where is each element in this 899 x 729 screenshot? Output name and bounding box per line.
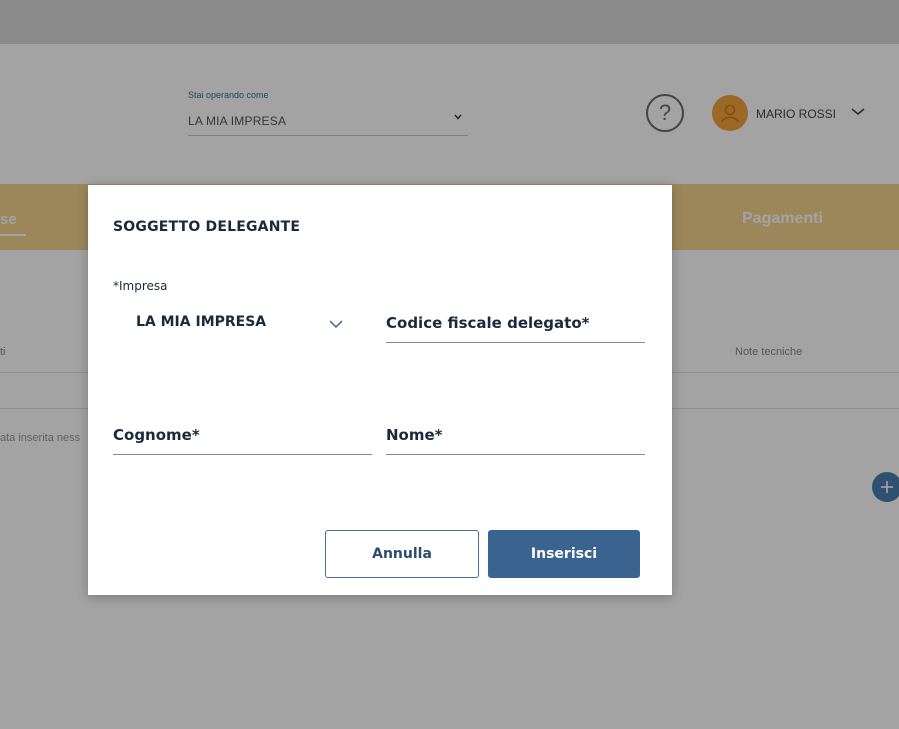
nome-field[interactable]: Nome*: [386, 421, 645, 455]
nome-placeholder: Nome*: [386, 426, 443, 444]
codice-fiscale-placeholder: Codice fiscale delegato*: [386, 314, 590, 332]
impresa-label: *Impresa: [113, 279, 168, 293]
codice-fiscale-field[interactable]: Codice fiscale delegato*: [386, 309, 645, 343]
impresa-select[interactable]: LA MIA IMPRESA: [136, 314, 266, 330]
soggetto-delegante-dialog: SOGGETTO DELEGANTE *Impresa LA MIA IMPRE…: [88, 185, 672, 595]
cognome-field[interactable]: Cognome*: [113, 421, 372, 455]
chevron-down-icon[interactable]: [328, 315, 344, 329]
dialog-title: SOGGETTO DELEGANTE: [113, 219, 301, 235]
cancel-button[interactable]: Annulla: [325, 530, 479, 578]
cognome-placeholder: Cognome*: [113, 426, 200, 444]
submit-button[interactable]: Inserisci: [488, 530, 640, 578]
